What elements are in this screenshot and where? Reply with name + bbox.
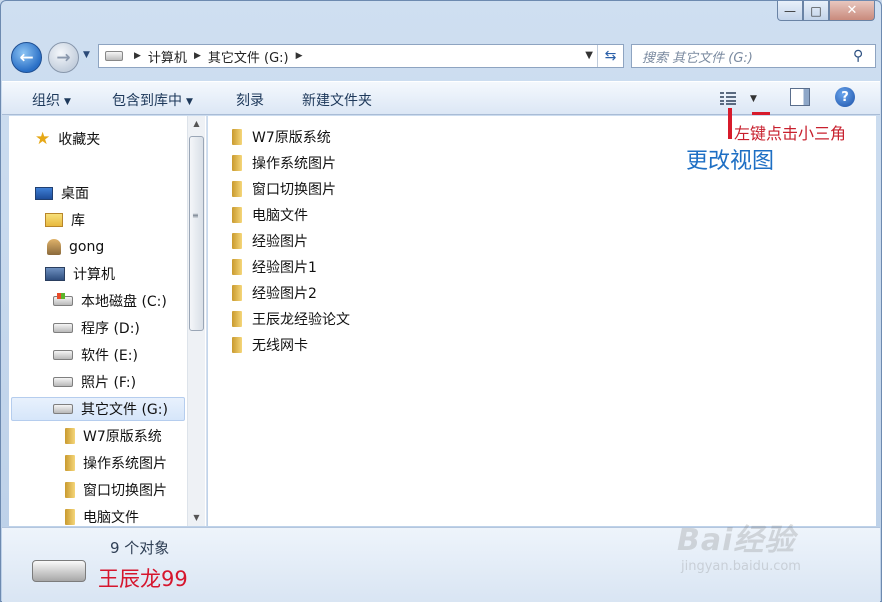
user-icon	[47, 239, 61, 255]
folder-icon	[232, 155, 242, 171]
watermark-brand: Bai经验	[677, 523, 796, 558]
address-bar[interactable]: ▶ 计算机 ▶ 其它文件 (G:) ▶ ▼ ⇆	[98, 44, 624, 68]
burn-button[interactable]: 刻录	[236, 90, 264, 110]
scroll-thumb[interactable]	[189, 136, 204, 331]
navigation-bar: ← → ▼ ▶ 计算机 ▶ 其它文件 (G:) ▶ ▼ ⇆ 搜索 其它文件 (G…	[11, 41, 876, 73]
tree-library[interactable]: 库	[45, 208, 85, 232]
scroll-down-arrow-icon[interactable]: ▼	[188, 510, 205, 526]
computer-icon	[45, 267, 65, 281]
help-button[interactable]: ?	[835, 87, 855, 107]
annotation-marker	[728, 108, 732, 139]
back-arrow-icon: ←	[19, 47, 34, 68]
command-bar: 组织 ▼ 包含到库中 ▼ 刻录 新建文件夹 ▼ ?	[2, 81, 880, 115]
organize-menu[interactable]: 组织 ▼	[32, 90, 71, 110]
folder-icon	[65, 482, 75, 498]
folder-item[interactable]: 电脑文件	[232, 204, 308, 226]
folder-icon	[232, 259, 242, 275]
explorer-window: — □ ✕ ← → ▼ ▶ 计算机 ▶ 其它文件 (G:) ▶ ▼ ⇆ 搜索 其…	[0, 0, 882, 602]
annotation-click-hint: 左键点击小三角	[734, 124, 847, 143]
tree-subfolder[interactable]: 操作系统图片	[65, 451, 167, 475]
drive-icon	[53, 377, 73, 387]
chevron-right-icon[interactable]: ▶	[134, 51, 141, 61]
forward-button[interactable]: →	[48, 42, 79, 73]
folder-item[interactable]: 经验图片2	[232, 282, 317, 304]
nav-scrollbar[interactable]: ▲ ≡ ▼	[187, 116, 205, 526]
caption-buttons: — □ ✕	[777, 1, 875, 27]
system-drive-icon	[53, 293, 73, 306]
scroll-up-arrow-icon[interactable]: ▲	[188, 116, 205, 132]
drive-icon	[105, 51, 123, 61]
folder-icon	[232, 207, 242, 223]
folder-icon	[65, 455, 75, 471]
tree-subfolder[interactable]: 电脑文件	[65, 505, 139, 526]
folder-icon	[232, 311, 242, 327]
recent-pages-dropdown[interactable]: ▼	[83, 50, 95, 62]
drive-icon	[53, 404, 73, 414]
folder-icon	[65, 509, 75, 525]
chevron-right-icon[interactable]: ▶	[194, 51, 201, 61]
chevron-right-icon[interactable]: ▶	[296, 51, 303, 61]
folder-item[interactable]: 王辰龙经验论文	[232, 308, 350, 330]
maximize-button[interactable]: □	[803, 1, 829, 21]
folder-icon	[232, 233, 242, 249]
folder-item[interactable]: 经验图片1	[232, 256, 317, 278]
tree-desktop[interactable]: 桌面	[35, 181, 89, 205]
include-library-menu[interactable]: 包含到库中 ▼	[112, 90, 193, 110]
folder-icon	[232, 181, 242, 197]
folder-item[interactable]: 经验图片	[232, 230, 308, 252]
tree-drive-e[interactable]: 软件 (E:)	[53, 343, 138, 367]
tree-subfolder[interactable]: W7原版系统	[65, 424, 162, 448]
view-options-icon	[720, 92, 738, 106]
folder-icon	[65, 428, 75, 444]
search-box[interactable]: 搜索 其它文件 (G:) ⚲	[631, 44, 876, 68]
minimize-button[interactable]: —	[777, 1, 803, 21]
search-input[interactable]: 搜索 其它文件 (G:)	[632, 47, 853, 66]
author-signature: 王辰龙99	[98, 567, 188, 591]
change-view-button[interactable]: ▼	[720, 88, 768, 110]
folder-item[interactable]: 窗口切换图片	[232, 178, 336, 200]
folder-item[interactable]: 操作系统图片	[232, 152, 336, 174]
chevron-down-icon: ▼	[186, 97, 193, 107]
file-list-pane: W7原版系统 操作系统图片 窗口切换图片 电脑文件 经验图片 经验图片1 经验图…	[208, 116, 876, 526]
tree-subfolder[interactable]: 窗口切换图片	[65, 478, 167, 502]
preview-pane-button[interactable]	[790, 88, 810, 106]
annotation-marker	[752, 112, 770, 115]
address-history-dropdown[interactable]: ▼	[585, 50, 593, 61]
close-button[interactable]: ✕	[829, 1, 875, 21]
tree-drive-g-selected[interactable]: 其它文件 (G:)	[11, 397, 185, 421]
back-button[interactable]: ←	[11, 42, 42, 73]
tree-favorites[interactable]: ★ 收藏夹	[35, 127, 100, 151]
tree-drive-c[interactable]: 本地磁盘 (C:)	[53, 289, 167, 313]
drive-icon	[53, 350, 73, 360]
item-count: 9 个对象	[110, 539, 170, 557]
folder-icon	[232, 285, 242, 301]
star-icon: ★	[35, 129, 51, 149]
library-icon	[45, 213, 63, 227]
tree-drive-f[interactable]: 照片 (F:)	[53, 370, 136, 394]
tree-user[interactable]: gong	[47, 235, 104, 259]
watermark-url: jingyan.baidu.com	[681, 559, 801, 574]
desktop-icon	[35, 186, 53, 200]
tree-drive-d[interactable]: 程序 (D:)	[53, 316, 140, 340]
refresh-button[interactable]: ⇆	[597, 45, 623, 67]
drive-icon	[53, 323, 73, 333]
tree-computer[interactable]: 计算机	[45, 262, 115, 286]
drive-icon	[32, 560, 86, 582]
folder-item[interactable]: 无线网卡	[232, 334, 308, 356]
baidu-watermark: Bai经验 jingyan.baidu.com	[677, 515, 837, 585]
new-folder-button[interactable]: 新建文件夹	[302, 90, 372, 110]
chevron-down-icon: ▼	[64, 97, 71, 107]
folder-icon	[232, 129, 242, 145]
breadcrumb-computer[interactable]: 计算机	[148, 47, 187, 66]
folder-icon	[232, 337, 242, 353]
view-dropdown-arrow-icon[interactable]: ▼	[750, 94, 757, 104]
search-icon[interactable]: ⚲	[853, 48, 875, 64]
breadcrumb-drive-g[interactable]: 其它文件 (G:)	[208, 47, 289, 66]
folder-item[interactable]: W7原版系统	[232, 126, 331, 148]
grip-icon: ≡	[192, 211, 199, 220]
forward-arrow-icon: →	[56, 47, 71, 68]
navigation-pane: ★ 收藏夹 桌面 库 gong 计算机 本地磁盘 (C:) 程序 (D:) 软件 …	[9, 116, 207, 526]
annotation-change-view: 更改视图	[686, 149, 775, 174]
